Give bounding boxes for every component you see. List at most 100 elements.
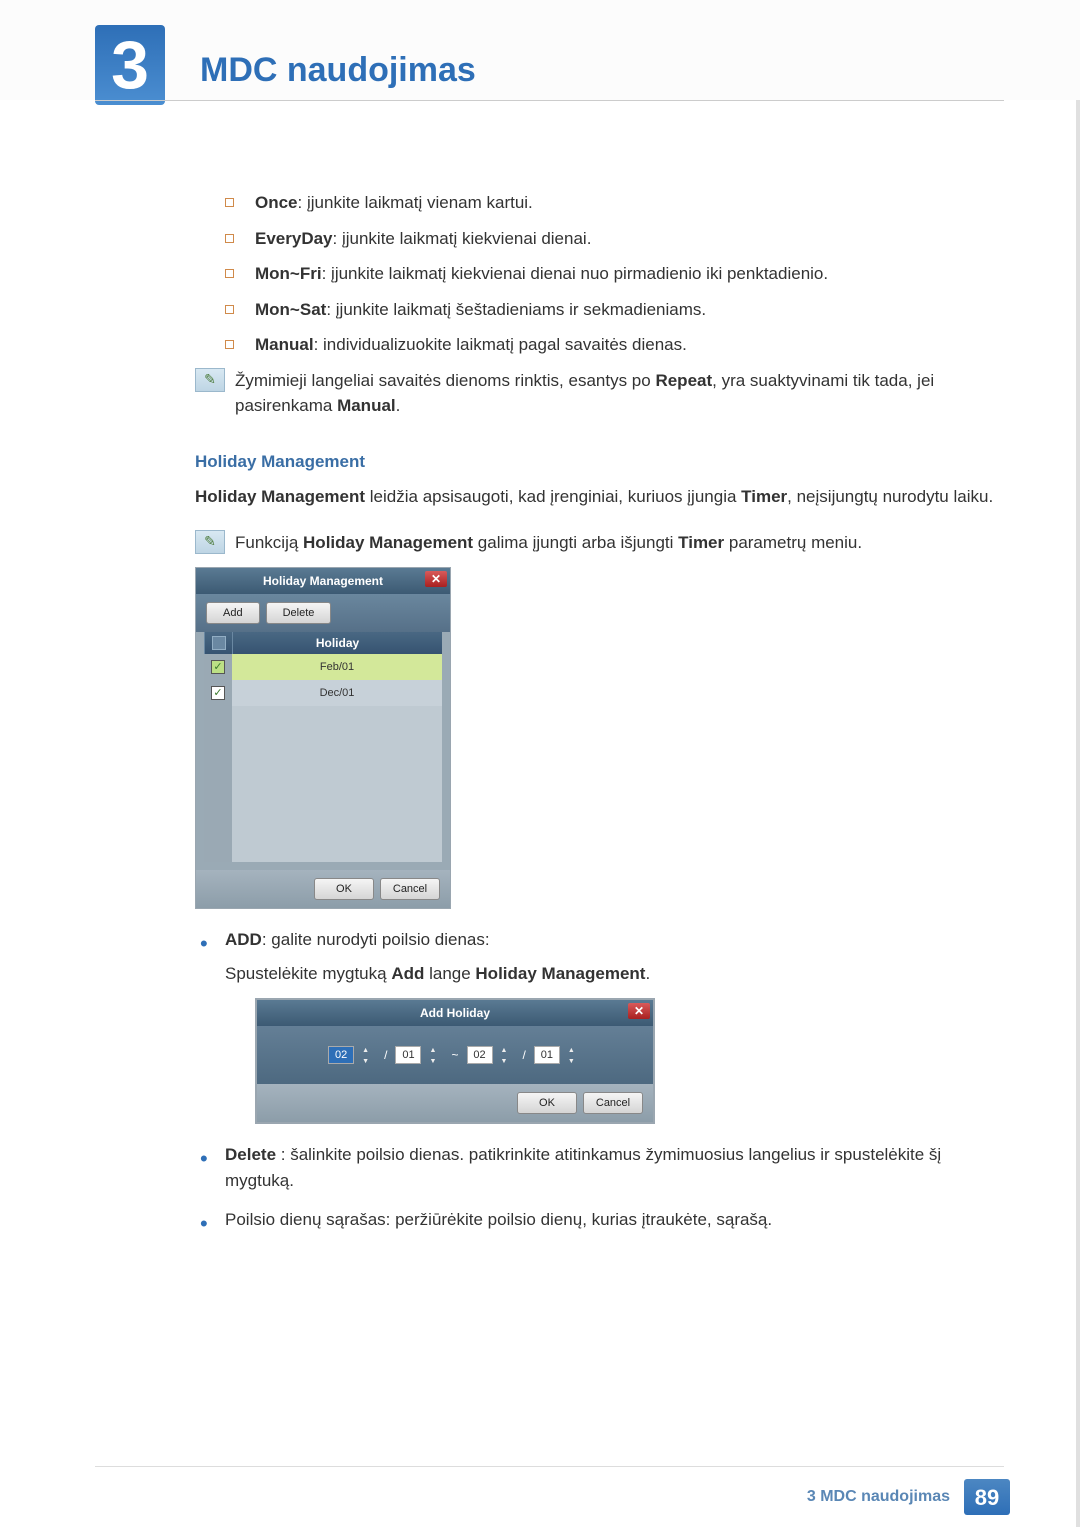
- checkbox-icon[interactable]: ✓: [211, 686, 225, 700]
- table-row[interactable]: ✓ Dec/01: [204, 680, 442, 706]
- add-sub-paragraph: Spustelėkite mygtuką Add lange Holiday M…: [225, 961, 1002, 987]
- spinner-icon[interactable]: [568, 1046, 582, 1064]
- t: parametrų meniu.: [724, 533, 862, 552]
- cancel-button[interactable]: Cancel: [583, 1092, 643, 1114]
- note-hm-enable: ✎ Funkciją Holiday Management galima įju…: [195, 530, 1002, 556]
- holiday-list-bullet: Poilsio dienų sąrašas: peržiūrėkite poil…: [195, 1207, 1002, 1233]
- chapter-title: MDC naudojimas: [200, 45, 476, 96]
- t: lange: [424, 964, 475, 983]
- footer-text: 3 MDC naudojimas: [807, 1485, 950, 1509]
- spinner-icon[interactable]: [362, 1046, 376, 1064]
- t: Žymimieji langeliai savaitės dienoms rin…: [235, 371, 655, 390]
- t: ADD: [225, 930, 262, 949]
- dialog-titlebar[interactable]: Add Holiday ✕: [257, 1000, 653, 1026]
- sep: /: [523, 1046, 526, 1064]
- chapter-number: 3: [95, 25, 165, 105]
- add-bullet: ADD: galite nurodyti poilsio dienas: Spu…: [195, 927, 1002, 1124]
- t: Funkciją: [235, 533, 303, 552]
- holiday-cell: Feb/01: [232, 654, 442, 680]
- t: , neįsijungtų nurodytu laiku.: [787, 487, 993, 506]
- add-holiday-body: 02 / 01 ~ 02 / 01: [257, 1026, 653, 1084]
- holiday-cell: Dec/01: [232, 680, 442, 706]
- dialog-title: Holiday Management: [263, 572, 383, 590]
- t: Poilsio dienų sąrašas: peržiūrėkite poil…: [225, 1210, 772, 1229]
- end-day-field[interactable]: 01: [534, 1046, 560, 1064]
- option-everyday: EveryDay: įjunkite laikmatį kiekvienai d…: [225, 226, 1002, 252]
- option-mon-fri-label: Mon~Fri: [255, 264, 322, 283]
- option-once-label: Once: [255, 193, 298, 212]
- option-everyday-desc: : įjunkite laikmatį kiekvienai dienai.: [333, 229, 592, 248]
- note-manual-checkbox: ✎ Žymimieji langeliai savaitės dienoms r…: [195, 368, 1002, 419]
- option-everyday-label: EveryDay: [255, 229, 333, 248]
- ok-button[interactable]: OK: [314, 878, 374, 900]
- table-row-empty: [204, 810, 442, 836]
- t: Spustelėkite mygtuką: [225, 964, 391, 983]
- add-holiday-dialog: Add Holiday ✕ 02 / 01 ~ 02 / 01: [255, 998, 655, 1124]
- option-mon-sat-desc: : įjunkite laikmatį šeštadieniams ir sek…: [326, 300, 706, 319]
- table-row-empty: [204, 758, 442, 784]
- option-once-desc: : įjunkite laikmatį vienam kartui.: [298, 193, 533, 212]
- header-rule: [95, 100, 1004, 101]
- dialog-footer: OK Cancel: [196, 870, 450, 908]
- dialog-titlebar[interactable]: Holiday Management ✕: [196, 568, 450, 594]
- ok-button[interactable]: OK: [517, 1092, 577, 1114]
- option-mon-fri-desc: : įjunkite laikmatį kiekvienai dienai nu…: [322, 264, 829, 283]
- option-mon-sat: Mon~Sat: įjunkite laikmatį šeštadieniams…: [225, 297, 1002, 323]
- delete-bullet: Delete : šalinkite poilsio dienas. patik…: [195, 1142, 1002, 1193]
- delete-button[interactable]: Delete: [266, 602, 332, 624]
- t: Holiday Management: [195, 487, 365, 506]
- bullet-list: ADD: galite nurodyti poilsio dienas: Spu…: [195, 927, 1002, 1233]
- sep: /: [384, 1046, 387, 1064]
- table-row-empty: [204, 706, 442, 732]
- dialog-title: Add Holiday: [420, 1004, 490, 1022]
- t: Timer: [741, 487, 787, 506]
- content: Once: įjunkite laikmatį vienam kartui. E…: [195, 190, 1002, 1247]
- holiday-column-header[interactable]: Holiday: [232, 632, 442, 654]
- table-row-empty: [204, 732, 442, 758]
- start-day-field[interactable]: 01: [395, 1046, 421, 1064]
- option-manual-label: Manual: [255, 335, 314, 354]
- t: Holiday Management: [475, 964, 645, 983]
- page-edge: [1076, 0, 1080, 1527]
- close-icon[interactable]: ✕: [628, 1003, 650, 1019]
- checkbox-column-header[interactable]: [204, 632, 232, 654]
- holiday-management-paragraph: Holiday Management leidžia apsisaugoti, …: [195, 484, 1002, 510]
- holiday-management-heading: Holiday Management: [195, 449, 1002, 475]
- t: : galite nurodyti poilsio dienas:: [262, 930, 490, 949]
- repeat-option-list: Once: įjunkite laikmatį vienam kartui. E…: [225, 190, 1002, 358]
- t: galima įjungti arba išjungti: [473, 533, 678, 552]
- option-once: Once: įjunkite laikmatį vienam kartui.: [225, 190, 1002, 216]
- option-mon-fri: Mon~Fri: įjunkite laikmatį kiekvienai di…: [225, 261, 1002, 287]
- t: Holiday Management: [303, 533, 473, 552]
- option-manual-desc: : individualizuokite laikmatį pagal sava…: [314, 335, 687, 354]
- end-month-field[interactable]: 02: [467, 1046, 493, 1064]
- table-row-empty: [204, 784, 442, 810]
- note-text: Žymimieji langeliai savaitės dienoms rin…: [235, 368, 1002, 419]
- checkbox-icon[interactable]: ✓: [211, 660, 225, 674]
- table-row-empty: [204, 836, 442, 862]
- dialog-footer: OK Cancel: [257, 1084, 653, 1122]
- close-icon[interactable]: ✕: [425, 571, 447, 587]
- dialog-toolbar: Add Delete: [196, 594, 450, 632]
- t: .: [645, 964, 650, 983]
- note-icon: ✎: [195, 368, 225, 392]
- t: Timer: [678, 533, 724, 552]
- spinner-icon[interactable]: [429, 1046, 443, 1064]
- t: : šalinkite poilsio dienas. patikrinkite…: [225, 1145, 941, 1190]
- t: Repeat: [655, 371, 712, 390]
- page-number: 89: [964, 1479, 1010, 1515]
- add-button[interactable]: Add: [206, 602, 260, 624]
- cancel-button[interactable]: Cancel: [380, 878, 440, 900]
- option-manual: Manual: individualizuokite laikmatį paga…: [225, 332, 1002, 358]
- holiday-list: Holiday ✓ Feb/01 ✓ Dec/01: [196, 632, 450, 870]
- note-text: Funkciją Holiday Management galima įjung…: [235, 530, 1002, 556]
- t: Add: [391, 964, 424, 983]
- table-row[interactable]: ✓ Feb/01: [204, 654, 442, 680]
- holiday-management-dialog: Holiday Management ✕ Add Delete Holiday …: [195, 567, 451, 909]
- spinner-icon[interactable]: [501, 1046, 515, 1064]
- range-sep: ~: [451, 1046, 458, 1064]
- start-month-field[interactable]: 02: [328, 1046, 354, 1064]
- t: Delete: [225, 1145, 276, 1164]
- footer: 3 MDC naudojimas 89: [807, 1479, 1010, 1515]
- option-mon-sat-label: Mon~Sat: [255, 300, 326, 319]
